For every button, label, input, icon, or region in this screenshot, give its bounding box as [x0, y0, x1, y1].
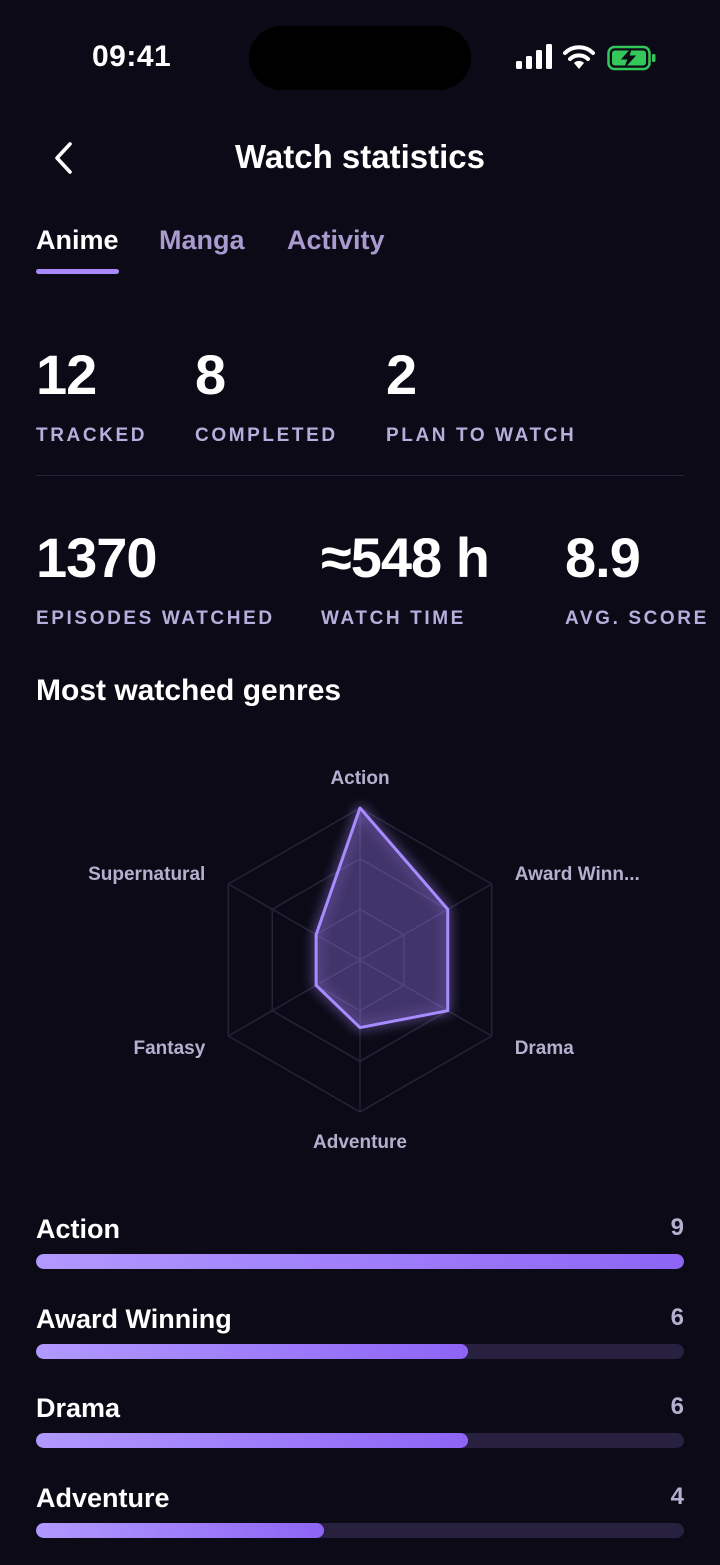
genre-bar-row[interactable]: Adventure 4 — [36, 1482, 684, 1538]
genre-count: 6 — [670, 1303, 684, 1331]
stat-value: 1370 — [36, 526, 158, 589]
stat-label: AVG. SCORE — [565, 608, 709, 629]
genre-name: Adventure — [36, 1482, 170, 1513]
stat-plan-to-watch: 2 PLAN TO WATCH — [386, 347, 576, 447]
genre-bar-track — [36, 1254, 684, 1269]
battery-charging-icon — [607, 45, 656, 71]
genre-count: 6 — [670, 1393, 684, 1420]
status-time: 09:41 — [92, 40, 172, 73]
wifi-icon — [563, 45, 595, 69]
radar-axis-label: Supernatural — [88, 864, 205, 885]
genre-name: Award Winning — [36, 1303, 232, 1334]
stat-value: 2 — [386, 343, 417, 406]
radar-axis-label: Adventure — [313, 1132, 407, 1153]
divider — [36, 475, 684, 476]
page-title: Watch statistics — [234, 138, 485, 175]
stat-tracked: 12 TRACKED — [36, 347, 147, 447]
genre-bar-row[interactable]: Drama 6 — [36, 1393, 684, 1448]
section-title-genres: Most watched genres — [36, 674, 342, 707]
stat-label: COMPLETED — [195, 425, 338, 446]
genre-bar-row[interactable]: Award Winning 6 — [36, 1303, 684, 1359]
genre-bar-fill — [36, 1254, 684, 1269]
radar-axis-label: Drama — [515, 1038, 575, 1059]
stat-watch-time: ≈548 h WATCH TIME — [321, 526, 490, 630]
genre-count: 9 — [670, 1214, 684, 1241]
status-bar: 09:41 — [0, 0, 720, 110]
stat-label: EPISODES WATCHED — [36, 608, 275, 629]
genre-bar-fill — [36, 1522, 324, 1538]
signal-icon — [516, 44, 552, 69]
stat-episodes-watched: 1370 EPISODES WATCHED — [36, 530, 275, 630]
active-tab-indicator — [36, 269, 119, 274]
genre-count: 4 — [670, 1482, 684, 1510]
genre-bar-row[interactable]: Action 9 — [36, 1214, 684, 1269]
stat-value: ≈548 h — [321, 526, 490, 589]
stat-completed: 8 COMPLETED — [195, 347, 338, 447]
tab-anime[interactable]: Anime — [36, 225, 119, 256]
genre-name: Action — [36, 1214, 120, 1244]
radar-series-shape — [314, 806, 450, 1030]
stat-label: PLAN TO WATCH — [386, 425, 577, 446]
genre-bar-fill — [36, 1343, 468, 1359]
stat-label: WATCH TIME — [321, 608, 466, 629]
stat-label: TRACKED — [36, 425, 148, 446]
dynamic-island — [249, 26, 471, 90]
genre-radar-chart: Action Award Winn... Drama Adventure Fantasy… — [88, 768, 640, 1153]
tab-manga[interactable]: Manga — [159, 225, 245, 256]
tab-activity[interactable]: Activity — [287, 225, 385, 256]
stat-value: 8.9 — [565, 526, 641, 589]
genre-bar-fill — [36, 1433, 468, 1448]
radar-axis-label: Award Winn... — [515, 864, 640, 885]
stat-value: 12 — [36, 343, 97, 406]
genre-name: Drama — [36, 1393, 121, 1423]
radar-axis-label: Fantasy — [133, 1038, 205, 1059]
genre-bar-track — [36, 1343, 684, 1359]
genre-bar-track — [36, 1522, 684, 1538]
stat-value: 8 — [195, 343, 226, 406]
genre-bar-track — [36, 1433, 684, 1448]
stat-avg-score: 8.9 AVG. SCORE — [565, 530, 709, 630]
radar-axis-label: Action — [330, 768, 389, 789]
